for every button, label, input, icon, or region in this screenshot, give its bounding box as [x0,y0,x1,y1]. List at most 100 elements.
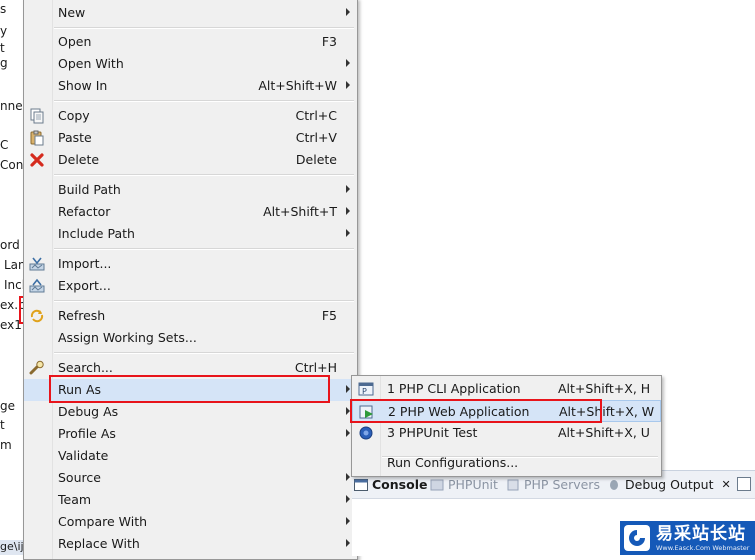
menu-item-label: Copy [58,108,90,123]
submenu-item-shortcut: Alt+Shift+X, W [559,404,655,419]
phpunit-icon [430,479,444,491]
menu-item-label: Compare With [58,514,148,529]
explorer-fragment[interactable]: ord [0,238,20,252]
menu-item-shortcut: Alt+Shift+W [258,78,337,93]
explorer-fragment[interactable]: m [0,438,12,452]
menu-item-assign-working-sets[interactable]: Assign Working Sets... [24,327,357,349]
submenu-arrow-icon [346,517,350,525]
menu-item-debug-as[interactable]: Debug As [24,401,357,423]
explorer-fragment[interactable]: Incl [4,278,24,292]
submenu-arrow-icon [346,385,350,393]
php-cli-icon: P [358,381,374,397]
tab-label: PHP Servers [524,477,600,492]
explorer-file-index-php[interactable]: ex.ph [0,298,24,312]
project-explorer: s y t g nnec C Cont ord Lan Incl ex.ph e… [0,0,24,555]
submenu-item-php-web-application[interactable]: 2 PHP Web Application Alt+Shift+X, W [352,400,661,422]
menu-item-label: Refresh [58,308,106,323]
close-icon[interactable]: ✕ [722,478,731,491]
paste-icon [28,129,46,147]
menu-item-shortcut: Ctrl+C [295,108,337,123]
menu-item-profile-as[interactable]: Profile As [24,423,357,445]
tab-label: Console [372,477,428,492]
tab-php-servers[interactable]: PHP Servers [506,477,600,492]
menu-item-label: Delete [58,152,100,167]
menu-item-source[interactable]: Source [24,467,357,489]
menu-item-paste[interactable]: Paste Ctrl+V [24,127,357,149]
debug-output-icon [607,479,621,491]
copy-icon [28,107,46,125]
menu-item-validate[interactable]: Validate [24,445,357,467]
submenu-arrow-icon [346,59,350,67]
menu-item-open[interactable]: Open F3 [24,31,357,53]
menu-item-run-as[interactable]: Run As [24,379,357,401]
minimize-view-icon[interactable] [737,477,751,491]
submenu-item-phpunit-test[interactable]: 3 PHPUnit Test Alt+Shift+X, U [352,422,661,444]
tab-phpunit[interactable]: PHPUnit [430,477,498,492]
menu-item-refresh[interactable]: Refresh F5 [24,305,357,327]
tab-label: Debug Output [625,477,714,492]
menu-item-label: Open With [58,56,124,71]
menu-separator [54,174,354,176]
menu-item-team[interactable]: Team [24,489,357,511]
menu-separator [54,100,354,102]
menu-item-build-path[interactable]: Build Path [24,179,357,201]
explorer-fragment[interactable]: y [0,24,7,38]
explorer-fragment[interactable]: s [0,2,6,16]
menu-item-replace-with[interactable]: Replace With [24,533,357,555]
menu-item-refactor[interactable]: Refactor Alt+Shift+T [24,201,357,223]
menu-separator [54,352,354,354]
menu-separator [54,300,354,302]
submenu-arrow-icon [346,81,350,89]
explorer-fragment[interactable]: t [0,41,5,55]
menu-item-label: Refactor [58,204,111,219]
submenu-item-shortcut: Alt+Shift+X, U [558,425,650,440]
menu-item-copy[interactable]: Copy Ctrl+C [24,105,357,127]
menu-item-open-with[interactable]: Open With [24,53,357,75]
menu-item-shortcut: Ctrl+V [295,130,337,145]
menu-item-label: Import... [58,256,112,271]
explorer-file-index1-php[interactable]: ex1.p [0,318,24,332]
watermark-logo-icon [624,525,650,551]
watermark-banner: 易采站长站 Www.Easck.Com Webmaster [620,521,755,555]
tab-console[interactable]: Console [354,477,427,492]
menu-item-label: Export... [58,278,111,293]
menu-item-export[interactable]: Export... [24,275,357,297]
import-icon [28,255,46,273]
menu-item-compare-with[interactable]: Compare With [24,511,357,533]
menu-item-label: Search... [58,360,113,375]
submenu-arrow-icon [346,539,350,547]
menu-item-shortcut: Alt+Shift+T [263,204,337,219]
menu-item-label: Include Path [58,226,135,241]
export-icon [28,277,46,295]
submenu-item-php-cli-application[interactable]: P 1 PHP CLI Application Alt+Shift+X, H [352,378,661,400]
menu-item-new[interactable]: New [24,2,357,24]
menu-item-label: New [58,5,86,20]
submenu-arrow-icon [346,229,350,237]
tab-debug-output[interactable]: Debug Output ✕ [607,477,731,492]
explorer-fragment[interactable]: Lan [4,258,24,272]
menu-item-search[interactable]: Search... Ctrl+H [24,357,357,379]
svg-text:P: P [362,387,367,396]
explorer-fragment[interactable]: Cont [0,158,24,172]
menu-item-show-in[interactable]: Show In Alt+Shift+W [24,75,357,97]
submenu-item-run-configurations[interactable]: Run Configurations... [352,452,661,474]
refresh-icon [28,307,46,325]
menu-item-label: Open [58,34,92,49]
menu-item-import[interactable]: Import... [24,253,357,275]
explorer-fragment[interactable]: C [0,138,8,152]
submenu-arrow-icon [346,407,350,415]
menu-item-shortcut: F5 [321,308,337,323]
submenu-arrow-icon [346,473,350,481]
explorer-fragment[interactable]: t [0,418,5,432]
explorer-fragment[interactable]: ge [0,399,15,413]
delete-icon [28,151,46,169]
explorer-fragment[interactable]: g [0,56,8,70]
explorer-bottom-text: ge\ij [0,540,24,553]
menu-item-label: Build Path [58,182,121,197]
menu-item-include-path[interactable]: Include Path [24,223,357,245]
submenu-item-shortcut: Alt+Shift+X, H [558,381,651,396]
watermark-title: 易采站长站 [656,524,746,544]
explorer-fragment[interactable]: nnec [0,99,24,113]
menu-item-delete[interactable]: Delete Delete [24,149,357,171]
submenu-arrow-icon [346,185,350,193]
